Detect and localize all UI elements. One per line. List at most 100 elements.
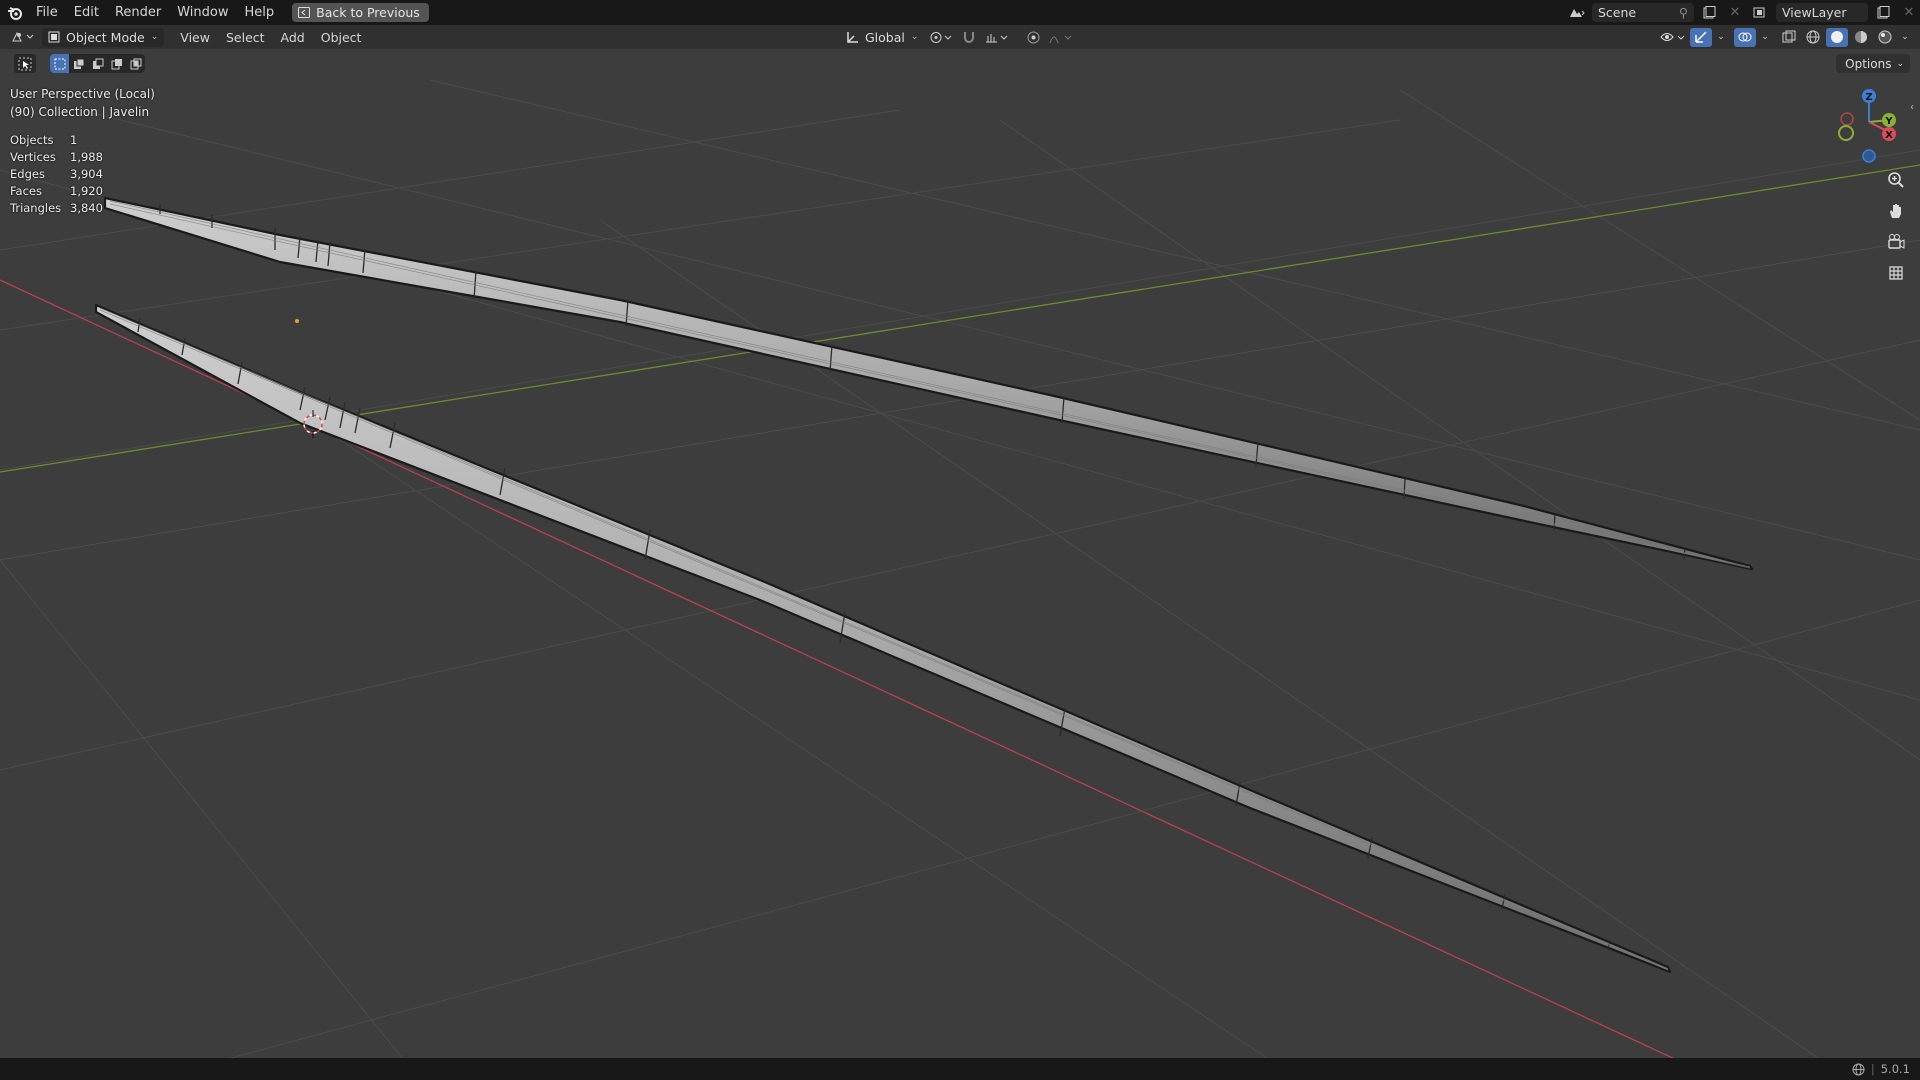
sidebar-toggle-icon[interactable]: ‹ xyxy=(1910,102,1914,113)
gizmo-toggle-icon[interactable] xyxy=(1690,27,1712,47)
select-tool-icon[interactable] xyxy=(14,54,36,73)
options-dropdown[interactable]: Options ⌄ xyxy=(1836,54,1910,73)
back-to-previous-label: Back to Previous xyxy=(316,5,420,20)
object-mode-label: Object Mode xyxy=(66,29,145,45)
stat-value: 3,904 xyxy=(70,166,103,181)
top-menu-bar: File Edit Render Window Help Back to Pre… xyxy=(0,0,1920,25)
viewport-header: Object Mode ⌄ View Select Add Object Glo… xyxy=(0,25,1920,49)
top-right-controls: Scene ⚲ ✕ ViewLayer ✕ xyxy=(1566,0,1920,25)
status-bar: | 5.0.1 xyxy=(0,1058,1920,1080)
snap-icon[interactable] xyxy=(958,28,980,47)
stat-label: Faces xyxy=(10,183,42,198)
visibility-icon[interactable] xyxy=(1658,28,1688,47)
scene-statistics: Objects 1 Vertices 1,988 Edges 3,904 Faces 1… xyxy=(10,131,103,216)
material-preview-icon[interactable] xyxy=(1850,28,1872,47)
javelin-lower xyxy=(94,303,1672,974)
stat-label: Edges xyxy=(10,166,45,181)
collection-label: (90) Collection | Javelin xyxy=(10,105,150,119)
chevron-down-icon: ⌄ xyxy=(1896,58,1904,69)
y-axis-line xyxy=(0,164,1920,473)
xray-toggle-icon[interactable] xyxy=(1778,28,1800,47)
pin-icon[interactable]: ⚲ xyxy=(1679,5,1688,20)
options-label: Options xyxy=(1845,56,1892,71)
select-intersect-icon[interactable] xyxy=(126,54,145,73)
menu-render[interactable]: Render xyxy=(107,0,169,25)
view-layer-icon[interactable] xyxy=(1750,3,1772,22)
stat-value: 3,840 xyxy=(70,200,103,215)
wireframe-shading-icon[interactable] xyxy=(1802,28,1824,47)
blender-logo-icon[interactable] xyxy=(2,0,28,25)
view-layer-name: ViewLayer xyxy=(1782,5,1847,20)
falloff-icon[interactable] xyxy=(1046,28,1076,47)
select-invert-icon[interactable] xyxy=(107,54,126,73)
menu-add[interactable]: Add xyxy=(273,30,313,45)
menu-edit[interactable]: Edit xyxy=(66,0,107,25)
gizmo-dropdown-icon[interactable]: ⌄ xyxy=(1714,28,1728,47)
network-globe-icon xyxy=(1852,1063,1865,1075)
transform-tools: Global ⌄ xyxy=(836,25,1076,49)
rendered-shading-icon[interactable] xyxy=(1874,28,1896,47)
menu-view[interactable]: View xyxy=(172,30,218,45)
stat-row: Faces 1,920 xyxy=(10,182,103,199)
object-mode-icon xyxy=(48,31,60,43)
orientation-label: Global xyxy=(865,29,905,45)
gizmo-z-label: Z xyxy=(1865,92,1872,103)
orientation-dropdown[interactable]: Global ⌄ xyxy=(840,28,924,47)
stat-value: 1,920 xyxy=(70,183,103,198)
scene-field[interactable]: Scene ⚲ xyxy=(1592,3,1694,22)
overlays-dropdown-icon[interactable]: ⌄ xyxy=(1758,28,1772,47)
orientation-icon xyxy=(847,31,858,43)
menu-help[interactable]: Help xyxy=(237,0,283,25)
back-to-previous-button[interactable]: Back to Previous xyxy=(292,3,429,22)
delete-view-layer-icon[interactable]: ✕ xyxy=(1898,3,1920,22)
pivot-point-icon[interactable] xyxy=(926,28,956,47)
navigation-gizmo[interactable]: Z Y X xyxy=(1832,86,1902,166)
scene-name: Scene xyxy=(1598,5,1637,20)
stat-label: Objects xyxy=(10,132,54,147)
new-scene-icon[interactable] xyxy=(1698,3,1720,22)
stat-value: 1 xyxy=(70,132,78,147)
stat-row: Triangles 3,840 xyxy=(10,199,103,216)
status-divider: | xyxy=(1870,1062,1875,1076)
perspective-toggle-icon[interactable] xyxy=(1884,261,1908,285)
proportional-editing-icon[interactable] xyxy=(1022,28,1044,47)
viewport-canvas[interactable] xyxy=(0,0,1920,1080)
editor-type-icon[interactable] xyxy=(8,28,38,47)
stat-row: Objects 1 xyxy=(10,131,103,148)
gizmo-x-label: X xyxy=(1885,130,1893,141)
chevron-down-icon: ⌄ xyxy=(910,32,919,42)
object-mode-dropdown[interactable]: Object Mode ⌄ xyxy=(42,27,165,47)
zoom-icon[interactable] xyxy=(1884,168,1908,192)
solid-shading-icon[interactable] xyxy=(1826,27,1848,47)
tool-settings-row xyxy=(14,54,145,73)
chevron-down-icon: ⌄ xyxy=(150,32,159,42)
menu-object[interactable]: Object xyxy=(313,30,370,45)
menu-select[interactable]: Select xyxy=(218,30,273,45)
navigation-buttons xyxy=(1884,168,1908,285)
stat-row: Vertices 1,988 xyxy=(10,148,103,165)
scene-selector-icon[interactable] xyxy=(1566,3,1588,22)
stat-label: Triangles xyxy=(10,200,62,215)
camera-view-icon[interactable] xyxy=(1884,230,1908,254)
snap-target-icon[interactable] xyxy=(982,28,1012,47)
view-layer-field[interactable]: ViewLayer xyxy=(1776,3,1868,22)
pan-hand-icon[interactable] xyxy=(1884,199,1908,223)
new-view-layer-icon[interactable] xyxy=(1872,3,1894,22)
stat-label: Vertices xyxy=(10,149,56,164)
object-origin xyxy=(295,319,299,323)
selection-mode-group xyxy=(50,54,145,73)
shading-dropdown-icon[interactable]: ⌄ xyxy=(1898,28,1912,47)
overlays-toggle-icon[interactable] xyxy=(1734,27,1756,47)
stat-row: Edges 3,904 xyxy=(10,165,103,182)
gizmo-y-label: Y xyxy=(1884,116,1893,127)
stat-value: 1,988 xyxy=(70,149,103,164)
javelin-upper xyxy=(103,196,1754,571)
select-extend-icon[interactable] xyxy=(69,54,88,73)
menu-file[interactable]: File xyxy=(28,0,66,25)
version-label: 5.0.1 xyxy=(1880,1062,1910,1076)
select-new-icon[interactable] xyxy=(50,54,69,73)
delete-scene-icon[interactable]: ✕ xyxy=(1724,3,1746,22)
back-icon xyxy=(298,7,311,18)
select-subtract-icon[interactable] xyxy=(88,54,107,73)
menu-window[interactable]: Window xyxy=(169,0,236,25)
